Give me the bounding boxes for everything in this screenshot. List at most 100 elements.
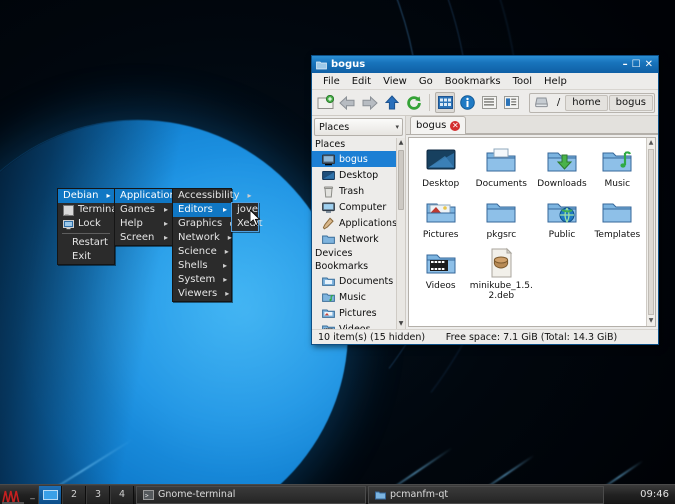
breadcrumb-root[interactable]: / [553, 95, 564, 111]
sidebar-item-videos[interactable]: Videos [312, 321, 405, 329]
sidebar-item-applications[interactable]: Applications [312, 215, 405, 231]
close-button[interactable]: ✕ [645, 60, 653, 70]
sidebar-item-pictures[interactable]: Pictures [312, 305, 405, 321]
menu-file[interactable]: File [317, 73, 346, 90]
new-tab-button[interactable] [315, 92, 335, 113]
wm-menu-item-terminal[interactable]: _ Terminal [58, 203, 114, 217]
wm-menu-item-applications[interactable]: Applications ▸ [115, 189, 172, 203]
wm-menu-item-restart[interactable]: Restart [58, 236, 114, 250]
minimize-all-icon[interactable]: _ [27, 490, 38, 500]
places-list[interactable]: Places bogus Desktop [312, 138, 405, 329]
free-space-status: Free space: 7.1 GiB (Total: 14.3 GiB) [425, 332, 652, 343]
file-item-pictures[interactable]: Pictures [413, 194, 468, 243]
taskbar[interactable]: _ 2 3 4 > Gnome-terminal pcmanfm-qt 09:4… [0, 484, 675, 504]
file-item-desktop[interactable]: Desktop [413, 143, 468, 192]
menu-go[interactable]: Go [413, 73, 439, 90]
wm-menu-item-lock[interactable]: Lock [58, 217, 114, 231]
wm-menu-item-screen[interactable]: Screen ▸ [115, 231, 172, 245]
clock[interactable]: 09:46 [634, 489, 675, 500]
maximize-button[interactable]: ☐ [632, 60, 641, 70]
workspace-1-button[interactable] [38, 486, 62, 504]
back-button[interactable] [337, 92, 357, 113]
tab-close-icon[interactable]: ✕ [450, 121, 460, 131]
breadcrumb-home[interactable]: home [565, 95, 607, 111]
task-button-pcmanfm-qt[interactable]: pcmanfm-qt [368, 486, 604, 504]
detailed-view-button[interactable] [502, 92, 522, 113]
side-panel[interactable]: Places ▾ Places bogus [312, 116, 406, 329]
file-name: Videos [426, 281, 456, 291]
scroll-up-arrow-icon[interactable]: ▲ [647, 138, 655, 148]
workspace-3-button[interactable]: 3 [86, 486, 110, 504]
file-item-videos[interactable]: Videos [413, 245, 468, 304]
icon-view-button[interactable] [435, 92, 455, 113]
scrollbar-thumb[interactable] [398, 150, 404, 210]
fvwm-logo-icon[interactable] [1, 486, 27, 504]
file-icon-view[interactable]: Desktop Documents Downlo [408, 137, 656, 327]
forward-button[interactable] [359, 92, 379, 113]
file-item-documents[interactable]: Documents [468, 143, 534, 192]
wm-menu-item-graphics[interactable]: Graphics ▸ [173, 217, 231, 231]
wm-menu-item-editors[interactable]: Editors ▸ [173, 203, 231, 217]
workspace-2-button[interactable]: 2 [62, 486, 86, 504]
workspace-pager[interactable]: 2 3 4 [38, 486, 134, 504]
wm-menu-item-label: Debian [63, 189, 98, 203]
menu-help[interactable]: Help [538, 73, 573, 90]
scroll-down-arrow-icon[interactable]: ▼ [397, 319, 405, 329]
tab-bar[interactable]: bogus ✕ [406, 116, 658, 135]
file-item-minikube-deb[interactable]: minikube_1.5.2.deb [468, 245, 534, 304]
tab-bogus[interactable]: bogus ✕ [410, 116, 466, 134]
scrollbar-thumb[interactable] [648, 149, 654, 315]
window-titlebar[interactable]: bogus – ☐ ✕ [312, 56, 658, 73]
wm-menu-item-network[interactable]: Network ▸ [173, 231, 231, 245]
wm-menu-item-debian[interactable]: Debian ▸ [58, 189, 114, 203]
file-item-public[interactable]: Public [534, 194, 589, 243]
sidebar-item-bogus[interactable]: bogus [312, 151, 405, 167]
desktop[interactable]: Debian ▸ _ Terminal Lock Restart Exit Ap… [0, 0, 675, 504]
toolbar[interactable]: / home bogus [312, 90, 658, 116]
workspace-4-button[interactable]: 4 [110, 486, 134, 504]
wm-menu-item-viewers[interactable]: Viewers ▸ [173, 287, 231, 301]
wm-root-menu[interactable]: Debian ▸ _ Terminal Lock Restart Exit [57, 188, 115, 265]
menu-view[interactable]: View [377, 73, 413, 90]
info-button[interactable] [457, 92, 477, 113]
task-button-gnome-terminal[interactable]: > Gnome-terminal [136, 486, 366, 504]
wm-menu-item-exit[interactable]: Exit [58, 250, 114, 264]
file-item-pkgsrc[interactable]: pkgsrc [468, 194, 534, 243]
svg-text:>: > [145, 492, 149, 499]
sidebar-item-desktop[interactable]: Desktop [312, 167, 405, 183]
sidebar-item-network[interactable]: Network [312, 231, 405, 247]
menu-tool[interactable]: Tool [507, 73, 538, 90]
wm-menu-item-system[interactable]: System ▸ [173, 273, 231, 287]
scroll-up-arrow-icon[interactable]: ▲ [397, 138, 405, 148]
breadcrumb-bogus[interactable]: bogus [609, 95, 653, 111]
menubar[interactable]: File Edit View Go Bookmarks Tool Help [312, 73, 658, 90]
wm-menu-item-games[interactable]: Games ▸ [115, 203, 172, 217]
path-breadcrumb-bar[interactable]: / home bogus [529, 93, 655, 113]
sidebar-item-documents[interactable]: Documents [312, 273, 405, 289]
up-button[interactable] [382, 92, 402, 113]
compact-view-button[interactable] [479, 92, 499, 113]
minimize-button[interactable]: – [623, 60, 628, 70]
drive-icon[interactable] [531, 95, 552, 111]
side-panel-mode-select[interactable]: Places ▾ [314, 118, 403, 136]
wm-applications-submenu[interactable]: Accessibility ▸ Editors ▸ Graphics ▸ Net… [172, 188, 232, 302]
file-item-templates[interactable]: Templates [590, 194, 645, 243]
file-item-downloads[interactable]: Downloads [534, 143, 589, 192]
sidebar-item-trash[interactable]: Trash [312, 183, 405, 199]
file-view-scrollbar[interactable]: ▲ ▼ [646, 138, 655, 326]
wm-menu-item-science[interactable]: Science ▸ [173, 245, 231, 259]
file-manager-window[interactable]: bogus – ☐ ✕ File Edit View Go Bookmarks … [311, 55, 659, 345]
sidebar-scrollbar[interactable]: ▲ ▼ [396, 138, 405, 329]
scroll-down-arrow-icon[interactable]: ▼ [647, 316, 655, 326]
file-item-music[interactable]: Music [590, 143, 645, 192]
wm-menu-item-accessibility[interactable]: Accessibility ▸ [173, 189, 231, 203]
toolbar-separator [429, 94, 430, 111]
menu-bookmarks[interactable]: Bookmarks [439, 73, 507, 90]
wm-debian-submenu[interactable]: Applications ▸ Games ▸ Help ▸ Screen ▸ [114, 188, 173, 246]
wm-menu-item-help[interactable]: Help ▸ [115, 217, 172, 231]
sidebar-item-music[interactable]: Music [312, 289, 405, 305]
reload-button[interactable] [404, 92, 424, 113]
menu-edit[interactable]: Edit [346, 73, 377, 90]
sidebar-item-computer[interactable]: Computer [312, 199, 405, 215]
wm-menu-item-shells[interactable]: Shells ▸ [173, 259, 231, 273]
